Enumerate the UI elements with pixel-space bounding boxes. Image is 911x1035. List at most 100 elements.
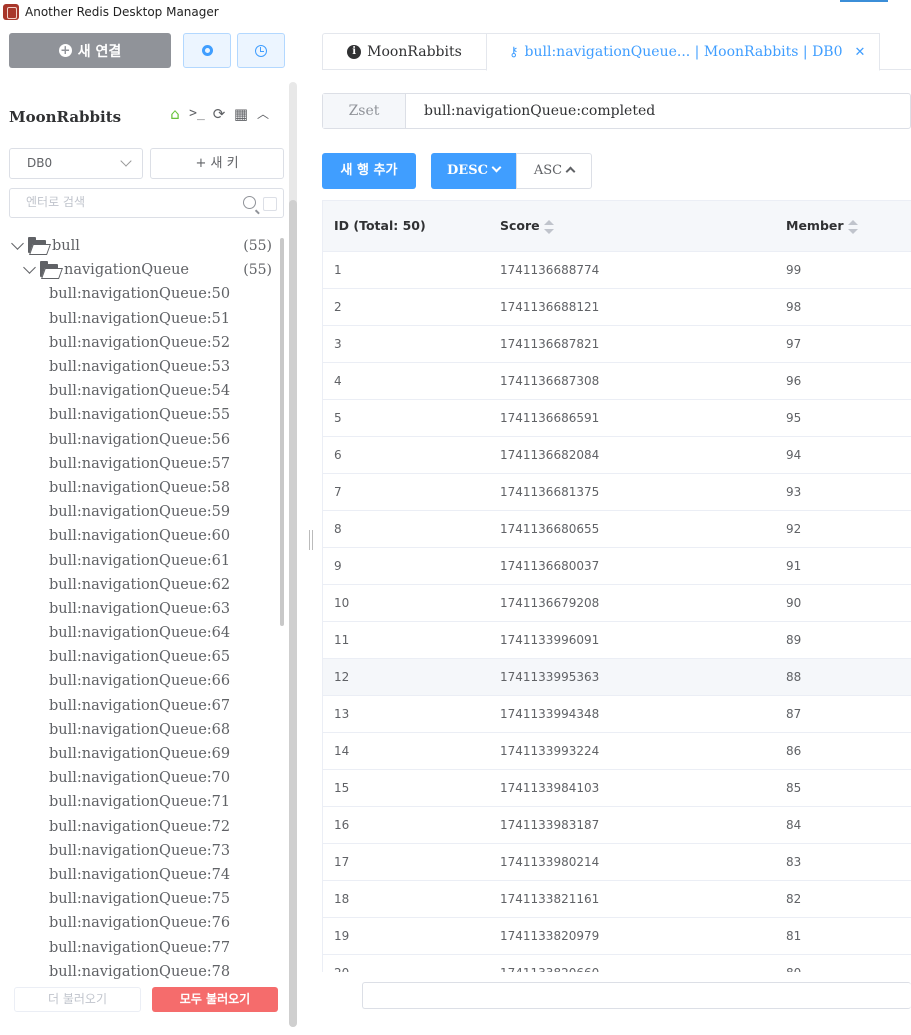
tree-key-item[interactable]: bull:navigationQueue:54 [0, 379, 280, 403]
tree-scrollbar[interactable] [280, 238, 284, 626]
load-all-button[interactable]: 모두 불러오기 [152, 987, 278, 1012]
caret-down-icon [23, 261, 36, 275]
cell-member: 85 [775, 769, 911, 807]
table-row[interactable]: 5 1741136686591 95 [323, 399, 911, 437]
info-icon: i [347, 45, 362, 59]
tree-folder-bull[interactable]: bull (55) [0, 234, 280, 258]
tree-key-item[interactable]: bull:navigationQueue:57 [0, 452, 280, 476]
table-row[interactable]: 9 1741136680037 91 [323, 547, 911, 585]
new-connection-button[interactable]: + 새 연결 [9, 33, 171, 68]
cell-member: 92 [775, 510, 911, 548]
table-row[interactable]: 19 1741133820979 81 [323, 917, 911, 955]
tree-key-item[interactable]: bull:navigationQueue:75 [0, 887, 280, 911]
sort-desc-button[interactable]: DESC [431, 153, 516, 189]
tree-key-item[interactable]: bull:navigationQueue:60 [0, 524, 280, 548]
search-icon[interactable] [243, 196, 256, 209]
table-row[interactable]: 12 1741133995363 88 [323, 658, 911, 696]
sidebar-scrollbar-thumb[interactable] [289, 200, 297, 1027]
column-header-member[interactable]: Member [775, 201, 911, 252]
table-row[interactable]: 17 1741133980214 83 [323, 843, 911, 881]
terminal-icon[interactable]: >_ [189, 106, 205, 122]
key-name-bar: Zset bull:navigationQueue:completed [322, 93, 911, 129]
cell-id: 2 [323, 288, 489, 326]
sort-asc-button[interactable]: ASC [516, 153, 592, 189]
tree-key-item[interactable]: bull:navigationQueue:56 [0, 428, 280, 452]
tree-key-item[interactable]: bull:navigationQueue:58 [0, 476, 280, 500]
tree-key-item[interactable]: bull:navigationQueue:70 [0, 766, 280, 790]
add-row-button[interactable]: 새 행 추가 [322, 153, 416, 189]
cell-score: 1741136688774 [489, 251, 775, 289]
table-row[interactable]: 15 1741133984103 85 [323, 769, 911, 807]
tree-key-item[interactable]: bull:navigationQueue:50 [0, 282, 280, 306]
table-row[interactable]: 11 1741133996091 89 [323, 621, 911, 659]
tab-key-detail[interactable]: ⚷ bull:navigationQueue... | MoonRabbits … [486, 33, 880, 71]
table-row[interactable]: 10 1741136679208 90 [323, 584, 911, 622]
tree-key-item[interactable]: bull:navigationQueue:67 [0, 694, 280, 718]
tree-key-item[interactable]: bull:navigationQueue:69 [0, 742, 280, 766]
table-row[interactable]: 18 1741133821161 82 [323, 880, 911, 918]
tree-key-item[interactable]: bull:navigationQueue:66 [0, 669, 280, 693]
tree-folder-navigationqueue[interactable]: navigationQueue (55) [0, 258, 280, 282]
grid-icon[interactable]: ▦ [233, 106, 249, 122]
tree-key-item[interactable]: bull:navigationQueue:77 [0, 935, 280, 959]
table-row[interactable]: 2 1741136688121 98 [323, 288, 911, 326]
table-row[interactable]: 8 1741136680655 92 [323, 510, 911, 548]
tree-key-item[interactable]: bull:navigationQueue:51 [0, 307, 280, 331]
tree-key-item[interactable]: bull:navigationQueue:59 [0, 500, 280, 524]
pane-resize-handle[interactable] [309, 530, 313, 550]
close-icon[interactable]: ✕ [855, 45, 866, 60]
tree-key-item[interactable]: bull:navigationQueue:62 [0, 573, 280, 597]
cell-id: 16 [323, 806, 489, 844]
chevron-up-icon[interactable]: ︿ [255, 106, 271, 122]
cell-member: 94 [775, 436, 911, 474]
table-row[interactable]: 1 1741136688774 99 [323, 251, 911, 289]
table-row[interactable]: 7 1741136681375 93 [323, 473, 911, 511]
tree-key-item[interactable]: bull:navigationQueue:63 [0, 597, 280, 621]
tree-key-item[interactable]: bull:navigationQueue:61 [0, 548, 280, 572]
column-header-score[interactable]: Score [489, 201, 775, 252]
tree-key-item[interactable]: bull:navigationQueue:71 [0, 790, 280, 814]
connection-name[interactable]: MoonRabbits [9, 108, 121, 126]
cell-member: 90 [775, 584, 911, 622]
sort-caret-icon[interactable] [847, 219, 858, 234]
chevron-down-icon [491, 162, 502, 173]
folder-open-icon [40, 260, 58, 277]
tree-key-item[interactable]: bull:navigationQueue:68 [0, 718, 280, 742]
tree-key-item[interactable]: bull:navigationQueue:72 [0, 815, 280, 839]
title-bar: Another Redis Desktop Manager [0, 0, 911, 24]
history-button[interactable] [237, 33, 285, 68]
load-more-button[interactable]: 더 불러오기 [14, 987, 141, 1012]
cell-member: 81 [775, 917, 911, 955]
sidebar-scrollbar[interactable] [289, 82, 297, 1027]
title-bar-accent [840, 0, 888, 2]
table-row[interactable]: 14 1741133993224 86 [323, 732, 911, 770]
tab-connection-info[interactable]: i MoonRabbits [322, 33, 487, 70]
db-select[interactable]: DB0 [9, 148, 143, 179]
tree-key-item[interactable]: bull:navigationQueue:53 [0, 355, 280, 379]
refresh-icon[interactable]: ⟳ [211, 106, 227, 122]
settings-button[interactable] [183, 33, 231, 68]
table-row[interactable]: 4 1741136687308 96 [323, 362, 911, 400]
table-row[interactable]: 3 1741136687821 97 [323, 325, 911, 363]
tree-key-item[interactable]: bull:navigationQueue:78 [0, 960, 280, 982]
tree-key-item[interactable]: bull:navigationQueue:76 [0, 911, 280, 935]
sort-caret-icon[interactable] [543, 219, 554, 234]
tree-key-item[interactable]: bull:navigationQueue:74 [0, 863, 280, 887]
table-row[interactable]: 13 1741133994348 87 [323, 695, 911, 733]
key-search-input[interactable] [26, 195, 226, 209]
table-row[interactable]: 6 1741136682084 94 [323, 436, 911, 474]
tree-key-item[interactable]: bull:navigationQueue:64 [0, 621, 280, 645]
key-name-field[interactable]: bull:navigationQueue:completed [424, 94, 655, 128]
key-icon: ⚷ [509, 44, 519, 60]
table-row[interactable]: 20174113382066080 [323, 954, 911, 972]
new-key-button[interactable]: + 새 키 [150, 148, 284, 179]
tree-key-item[interactable]: bull:navigationQueue:52 [0, 331, 280, 355]
tree-key-item[interactable]: bull:navigationQueue:73 [0, 839, 280, 863]
key-tree: bull (55) navigationQueue (55) bull:navi… [0, 234, 280, 982]
cell-member: 87 [775, 695, 911, 733]
home-icon[interactable]: ⌂ [167, 106, 183, 122]
tree-key-item[interactable]: bull:navigationQueue:65 [0, 645, 280, 669]
table-row[interactable]: 16 1741133983187 84 [323, 806, 911, 844]
tree-key-item[interactable]: bull:navigationQueue:55 [0, 403, 280, 427]
exact-match-checkbox[interactable] [263, 197, 277, 211]
